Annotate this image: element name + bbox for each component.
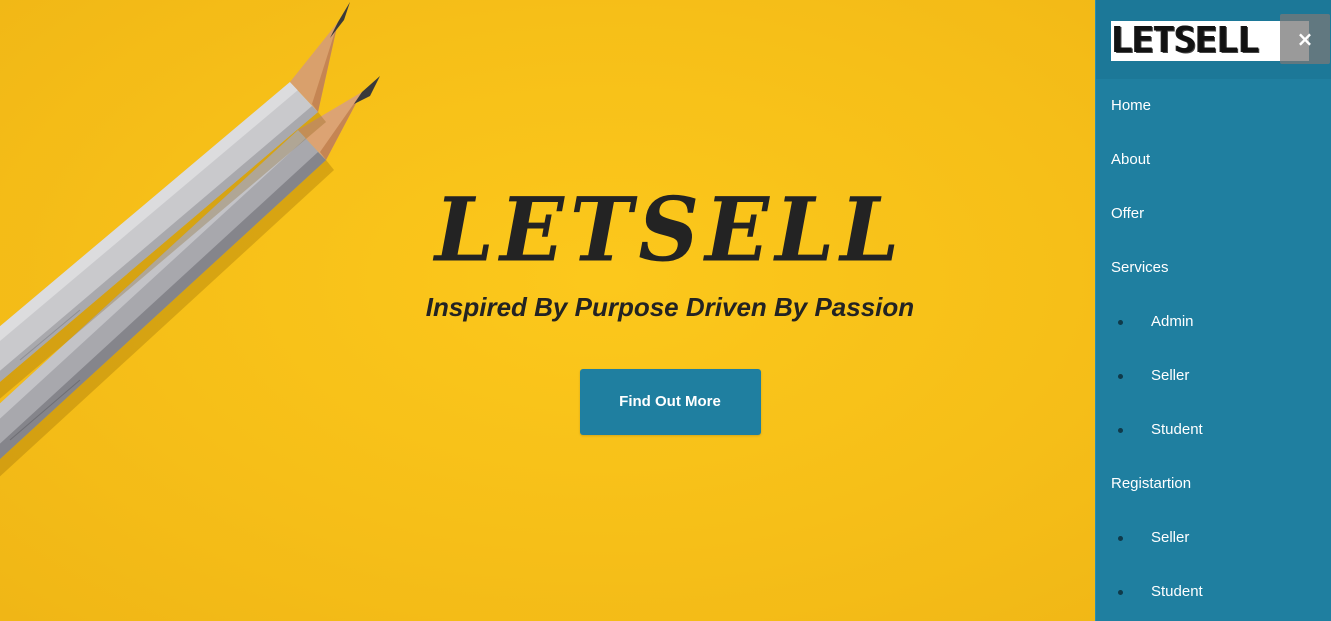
- sidebar-item-about[interactable]: About: [1096, 133, 1331, 187]
- sidebar-subitem-label: Student: [1151, 421, 1203, 438]
- bullet-icon: [1118, 536, 1123, 541]
- sidebar-subitem-services-admin[interactable]: Admin: [1096, 295, 1331, 349]
- sidebar-subitem-label: Student: [1151, 583, 1203, 600]
- bullet-icon: [1118, 428, 1123, 433]
- sidebar-item-registration[interactable]: Registartion: [1096, 457, 1331, 511]
- page: LETSELL Inspired By Purpose Driven By Pa…: [0, 0, 1331, 621]
- close-button[interactable]: ×: [1280, 14, 1330, 64]
- sidebar-brand: LETSELL ×: [1096, 0, 1331, 79]
- hero-content: LETSELL Inspired By Purpose Driven By Pa…: [320, 177, 1020, 435]
- close-icon: ×: [1296, 27, 1314, 51]
- sidebar-subitem-label: Seller: [1151, 529, 1190, 546]
- hero-section: LETSELL Inspired By Purpose Driven By Pa…: [0, 0, 1095, 621]
- sidebar-nav: Home About Offer Services Admin Seller S…: [1096, 79, 1331, 619]
- bullet-icon: [1118, 590, 1123, 595]
- sidebar: LETSELL × Home About Offer Services Admi…: [1095, 0, 1331, 621]
- hero-brand-title: LETSELL: [434, 177, 906, 282]
- bullet-icon: [1118, 320, 1123, 325]
- find-out-more-button[interactable]: Find Out More: [579, 369, 761, 435]
- sidebar-subitem-registration-student[interactable]: Student: [1096, 565, 1331, 619]
- sidebar-item-home[interactable]: Home: [1096, 79, 1331, 133]
- sidebar-subitem-registration-seller[interactable]: Seller: [1096, 511, 1331, 565]
- hero-tagline: Inspired By Purpose Driven By Passion: [425, 292, 915, 322]
- sidebar-subitem-label: Admin: [1151, 313, 1194, 330]
- sidebar-subitem-services-seller[interactable]: Seller: [1096, 349, 1331, 403]
- sidebar-item-services[interactable]: Services: [1096, 241, 1331, 295]
- bullet-icon: [1118, 374, 1123, 379]
- sidebar-subitem-label: Seller: [1151, 367, 1190, 384]
- sidebar-item-offer[interactable]: Offer: [1096, 187, 1331, 241]
- sidebar-subitem-services-student[interactable]: Student: [1096, 403, 1331, 457]
